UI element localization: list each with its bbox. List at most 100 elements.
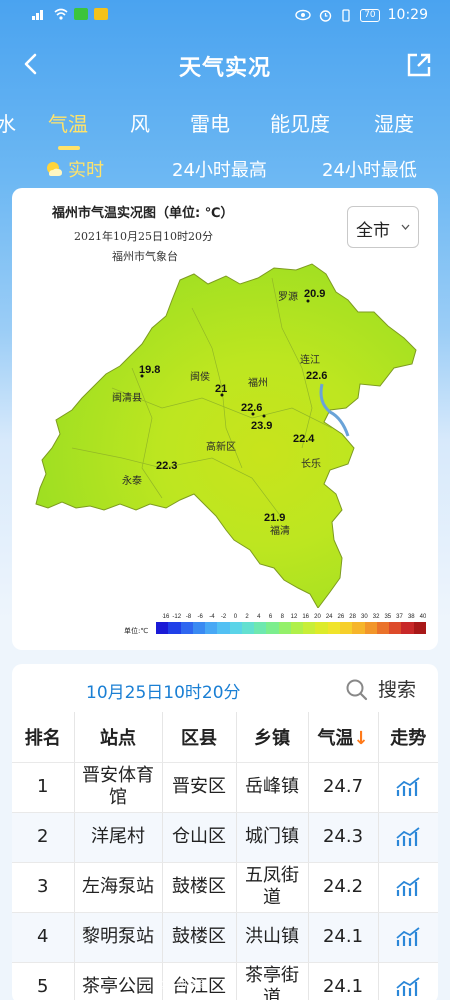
legend-tick-label: 35 [384,614,391,620]
cell-trend[interactable] [378,862,438,913]
legend-swatch [389,622,402,634]
table-row[interactable]: 3 左海泵站 鼓楼区 五凤街道 24.2 [12,862,438,913]
subtab-realtime[interactable]: 实时 [68,156,104,182]
ranking-table-card: 10月25日10时20分 搜索 排名 站点 区县 乡镇 气温↓ 走势 1 晋安体… [12,664,438,1000]
legend-swatch [339,622,353,634]
legend-swatch [217,622,230,634]
temp-label-gulou: 23.9 [251,420,272,432]
table-row[interactable]: 5 茶亭公园 台江区 茶亭街道 24.1 [12,962,438,1000]
legend-tick-label: 12 [291,614,298,620]
status-left [32,8,108,20]
cell-station: 晋安体育馆 [74,762,163,813]
tab-lightning[interactable]: 雷电 [190,108,230,137]
legend-tick-label: 38 [408,614,415,620]
temp-label-fuzhou: 22.6 [241,402,262,414]
legend-tick-label: 20 [314,614,321,620]
legend-tick-label: 8 [281,614,285,620]
legend-swatch [241,622,255,634]
place-label-minqing: 闽清县 [112,391,142,404]
place-label-lianjiang: 连江 [300,353,320,366]
cell-district: 仓山区 [162,812,237,863]
header-district: 区县 [162,712,237,763]
status-bar: 70 10:29 [0,0,450,32]
subtab-min24[interactable]: 24小时最低 [322,156,417,182]
cell-trend[interactable] [378,912,438,963]
legend-tick-label: -2 [221,614,227,620]
legend-swatch [254,622,267,634]
status-time: 10:29 [387,7,428,23]
active-tab-indicator [58,146,80,150]
tab-wind[interactable]: 风 [130,108,150,137]
station-dot [262,414,266,418]
tab-water[interactable]: 水 [0,108,16,137]
time-subtabs: 实时 24小时最高 24小时最低 [0,156,450,182]
cell-town: 洪山镇 [236,912,309,963]
temp-label-fuqing: 21.9 [264,512,285,524]
table-date: 10月25日10时20分 [86,683,241,703]
legend-swatch [327,622,340,634]
legend-tick-label: -4 [209,614,215,620]
cell-trend[interactable] [378,762,438,813]
wifi-icon [54,8,68,20]
legend-tick-label: 16 [302,614,309,620]
cell-temp: 24.1 [308,962,379,1000]
header-rank: 排名 [12,712,75,763]
vibrate-icon [342,8,350,22]
trend-chart-icon[interactable] [395,876,421,898]
table-row[interactable]: 1 晋安体育馆 晋安区 岳峰镇 24.7 [12,762,438,813]
subtab-max24[interactable]: 24小时最高 [172,156,267,182]
legend-swatch [156,622,169,634]
legend-swatch [401,622,414,634]
share-external-icon[interactable] [406,52,432,78]
temp-label-lianjiang: 22.6 [306,370,327,382]
fuzhou-map[interactable]: 罗源 20.9 连江 22.6 闽清县 19.8 闽侯 21 福州 22.6 2… [12,188,438,608]
legend-tick-label: 0 [234,614,238,620]
legend-swatch [266,622,279,634]
station-dot [251,412,255,416]
header-temperature-sort[interactable]: 气温↓ [308,712,379,763]
legend-swatch [352,622,365,634]
legend-ticks: -16-12-8-6-4-202468121620242628303235373… [162,614,426,620]
tab-visibility[interactable]: 能见度 [270,108,330,137]
tab-humidity[interactable]: 湿度 [374,108,414,137]
tab-temperature[interactable]: 气温 [48,108,88,137]
cell-station: 黎明泵站 [74,912,163,963]
temp-label-minqing: 19.8 [139,364,160,376]
legend-tick-label: 28 [349,614,356,620]
cell-rank: 3 [12,862,75,913]
trend-chart-icon[interactable] [395,776,421,798]
cell-district: 鼓楼区 [162,912,237,963]
temperature-legend: 单位:℃ -16-12-8-6-4-2024681216202426283032… [124,608,426,640]
legend-tick-label: 4 [257,614,261,620]
header: 天气实况 [0,40,450,90]
temperature-map-card: 福州市气温实况图（单位: ℃） 2021年10月25日10时20分 福州市气象台… [12,188,438,650]
status-right: 70 10:29 [295,7,428,23]
table-row[interactable]: 4 黎明泵站 鼓楼区 洪山镇 24.1 [12,912,438,963]
cell-temp: 24.1 [308,912,379,963]
search-icon[interactable] [345,678,369,702]
legend-tick-label: 37 [396,614,403,620]
sort-down-arrow-icon: ↓ [353,727,369,749]
temp-label-yongtai: 22.3 [156,460,177,472]
trend-chart-icon[interactable] [395,926,421,948]
trend-chart-icon[interactable] [395,976,421,998]
eye-icon [295,9,311,21]
header-town: 乡镇 [236,712,309,763]
legend-tick-label: 40 [420,614,426,620]
map-region [35,263,417,608]
cell-trend[interactable] [378,812,438,863]
cell-station: 洋尾村 [74,812,163,863]
cell-trend[interactable] [378,962,438,1000]
header-station: 站点 [74,712,163,763]
trend-chart-icon[interactable] [395,826,421,848]
station-dot [220,393,224,397]
legend-swatch [192,622,206,634]
search-button[interactable]: 搜索 [378,675,416,702]
cell-station: 茶亭公园 [74,962,163,1000]
legend-swatch [278,622,291,634]
table-row[interactable]: 2 洋尾村 仓山区 城门镇 24.3 [12,812,438,863]
category-tabs: 水 气温 风 雷电 能见度 湿度 [0,108,450,152]
place-label-luoyuan: 罗源 [278,290,298,303]
cell-town: 五凤街道 [236,862,309,913]
table-header-row: 排名 站点 区县 乡镇 气温↓ 走势 [12,712,438,763]
